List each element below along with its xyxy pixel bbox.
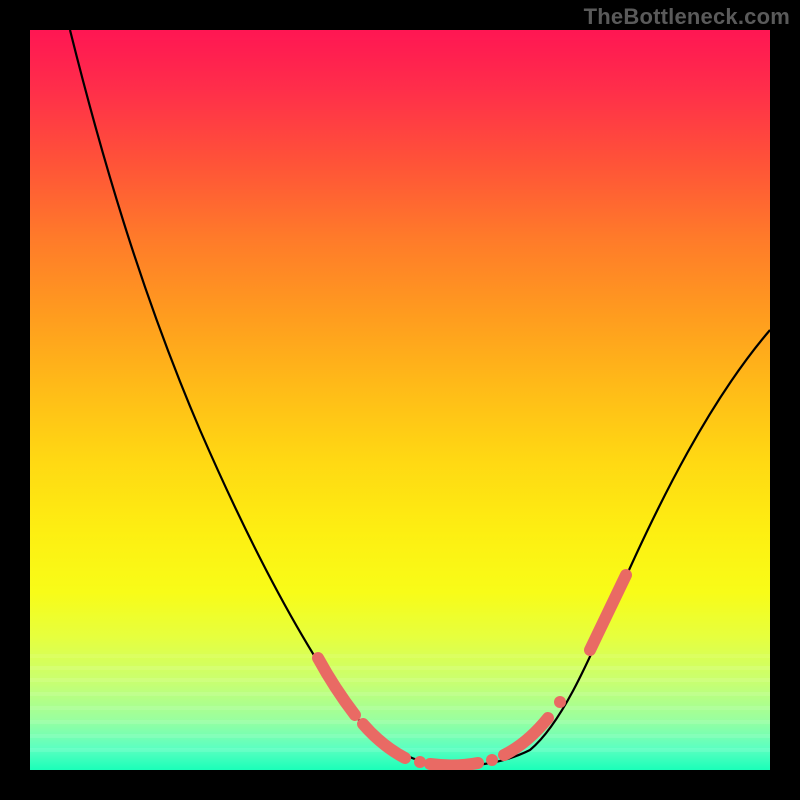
plot-area [30, 30, 770, 770]
curve-path [70, 30, 770, 766]
highlight-segments [318, 575, 626, 768]
bottleneck-curve [30, 30, 770, 770]
watermark: TheBottleneck.com [584, 4, 790, 30]
chart-container: TheBottleneck.com [0, 0, 800, 800]
